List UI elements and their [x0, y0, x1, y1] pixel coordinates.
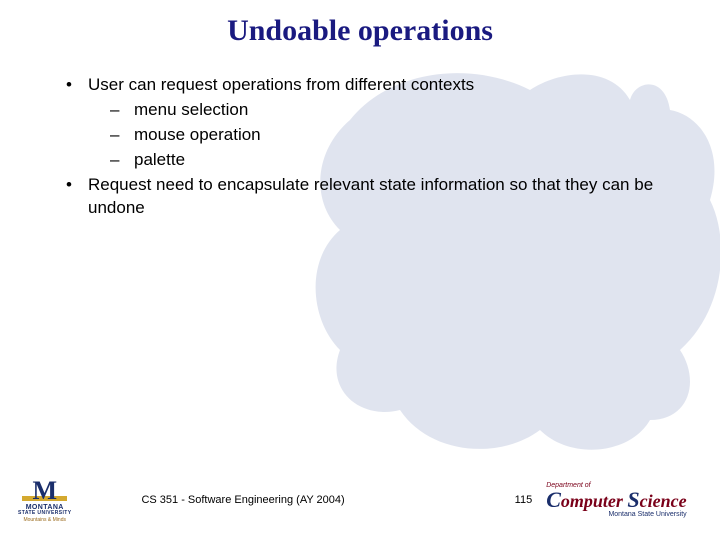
- footer-page-number: 115: [515, 494, 533, 506]
- msu-logo-sub: STATE UNIVERSITY: [18, 511, 71, 516]
- cs-dept-sub: Montana State University: [546, 511, 686, 518]
- slide-body: User can request operations from differe…: [60, 74, 680, 220]
- msu-logo: M MONTANA STATE UNIVERSITY Mountains & M…: [18, 478, 71, 523]
- cs-dept-title: Computer Science: [546, 489, 686, 511]
- cs-dept-logo: Department of Computer Science Montana S…: [546, 482, 686, 518]
- msu-logo-tag: Mountains & Minds: [18, 518, 71, 523]
- bullet-2: Request need to encapsulate relevant sta…: [60, 174, 680, 220]
- bullet-1-text: User can request operations from differe…: [88, 75, 474, 94]
- slide-title: Undoable operations: [0, 0, 720, 48]
- bullet-1b: mouse operation: [88, 124, 680, 147]
- bullet-1c: palette: [88, 149, 680, 172]
- cs-dept-label: Department of: [546, 482, 686, 489]
- bullet-1: User can request operations from differe…: [60, 74, 680, 172]
- footer-course: CS 351 - Software Engineering (AY 2004): [141, 494, 344, 506]
- bullet-1a: menu selection: [88, 99, 680, 122]
- slide-footer: M MONTANA STATE UNIVERSITY Mountains & M…: [0, 472, 720, 528]
